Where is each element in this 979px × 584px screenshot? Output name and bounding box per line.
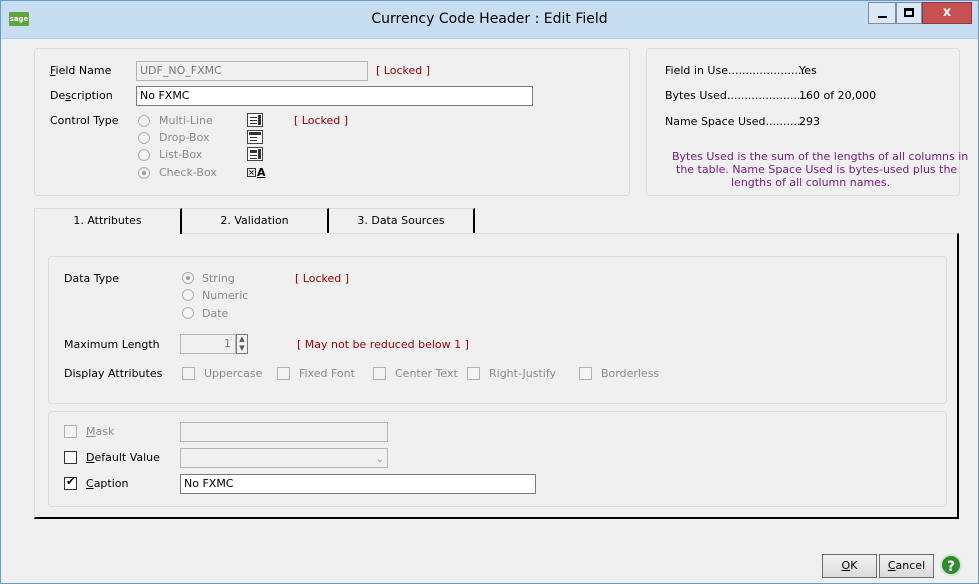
- caption-label: Caption: [86, 477, 129, 490]
- field-name-locked: [ Locked ]: [376, 64, 431, 77]
- uppercase-checkbox[interactable]: [182, 367, 195, 380]
- usage-note-line2: the table. Name Space Used is bytes-used…: [676, 163, 958, 176]
- fixed-font-checkbox[interactable]: [277, 367, 290, 380]
- name-space-value: 293: [799, 115, 820, 128]
- data-type-locked: [ Locked ]: [295, 272, 350, 285]
- max-length-note: [ May not be reduced below 1 ]: [297, 338, 469, 351]
- multiline-icon: [247, 113, 263, 127]
- field-panel: Field Name UDF_NO_FXMC [ Locked ] Descri…: [34, 48, 630, 196]
- dropbox-label: Drop-Box: [159, 131, 210, 144]
- tab-data-sources[interactable]: 3. Data Sources: [329, 208, 475, 234]
- multiline-radio[interactable]: [138, 115, 150, 127]
- fixed-font-label: Fixed Font: [299, 367, 355, 380]
- listbox-radio[interactable]: [138, 149, 150, 161]
- right-justify-checkbox[interactable]: [467, 367, 480, 380]
- max-length-label: Maximum Length: [64, 338, 160, 351]
- center-text-checkbox[interactable]: [373, 367, 386, 380]
- field-name-label: Field Name: [50, 64, 112, 77]
- bytes-used-value: 160 of 20,000: [799, 89, 877, 102]
- default-value-combo: ⌄: [180, 448, 388, 468]
- window-title: Currency Code Header : Edit Field: [371, 11, 608, 27]
- usage-panel: Field in Use....................... Yes …: [646, 48, 968, 196]
- mask-label: Mask: [86, 425, 115, 438]
- checkbox-type-label: Check-Box: [159, 166, 217, 179]
- tab-validation[interactable]: 2. Validation: [182, 208, 329, 234]
- description-input[interactable]: No FXMC: [136, 86, 533, 106]
- name-space-label: Name Space Used..........: [665, 115, 801, 128]
- title-bar: sage Currency Code Header : Edit Field x: [1, 1, 978, 39]
- dropbox-icon: [247, 130, 263, 144]
- description-label: Description: [50, 89, 113, 102]
- borderless-checkbox[interactable]: [579, 367, 592, 380]
- uppercase-label: Uppercase: [204, 367, 263, 380]
- help-icon[interactable]: ?: [940, 554, 962, 576]
- data-type-group: Data Type [ Locked ] String Numeric Date…: [48, 256, 947, 404]
- control-type-locked: [ Locked ]: [294, 114, 349, 127]
- listbox-label: List-Box: [159, 148, 203, 161]
- chevron-down-icon: ⌄: [375, 454, 384, 465]
- attributes-tab-panel: Data Type [ Locked ] String Numeric Date…: [34, 233, 959, 519]
- close-icon: x: [942, 5, 952, 20]
- mask-input: [180, 422, 388, 442]
- caption-checkbox[interactable]: [64, 475, 77, 490]
- usage-note-line1: Bytes Used is the sum of the lengths of …: [672, 150, 969, 163]
- options-group: Mask Default Value ⌄ Caption No FXMC: [48, 411, 947, 507]
- control-type-label: Control Type: [50, 114, 119, 127]
- date-label: Date: [202, 307, 229, 320]
- minimize-button[interactable]: [868, 2, 896, 24]
- ok-button[interactable]: OK: [822, 554, 877, 578]
- string-label: String: [202, 272, 235, 285]
- numeric-label: Numeric: [202, 289, 249, 302]
- center-text-label: Center Text: [395, 367, 458, 380]
- multiline-label: Multi-Line: [159, 114, 213, 127]
- default-value-checkbox[interactable]: [64, 451, 77, 464]
- usage-note-line3: lengths of all column names.: [731, 176, 891, 189]
- listbox-icon: [247, 147, 263, 161]
- minimize-icon: [877, 16, 887, 18]
- display-attributes-label: Display Attributes: [64, 367, 163, 380]
- borderless-label: Borderless: [601, 367, 660, 380]
- field-name-input: UDF_NO_FXMC: [136, 61, 368, 81]
- close-button[interactable]: x: [922, 2, 972, 24]
- default-value-label: Default Value: [86, 451, 160, 464]
- field-in-use-label: Field in Use.......................: [665, 64, 809, 77]
- data-type-label: Data Type: [64, 272, 120, 285]
- field-in-use-value: Yes: [799, 64, 817, 77]
- caption-input[interactable]: No FXMC: [180, 474, 536, 494]
- date-radio[interactable]: [182, 307, 194, 319]
- maximize-icon: [904, 8, 914, 17]
- tab-attributes[interactable]: 1. Attributes: [34, 208, 182, 234]
- checkbox-radio[interactable]: [138, 167, 150, 179]
- maximize-button[interactable]: [896, 2, 922, 24]
- checkbox-control-icon: × A: [247, 166, 266, 179]
- max-length-spinner: ▲ ▼: [236, 334, 248, 354]
- dropbox-radio[interactable]: [138, 132, 150, 144]
- mask-checkbox: [64, 425, 77, 438]
- edit-field-window: sage Currency Code Header : Edit Field x…: [0, 0, 979, 584]
- bytes-used-label: Bytes Used.......................: [665, 89, 808, 102]
- right-justify-label: Right-Justify: [489, 367, 557, 380]
- cancel-button[interactable]: Cancel: [879, 554, 934, 578]
- string-radio[interactable]: [182, 272, 194, 284]
- max-length-input: 1: [180, 334, 236, 354]
- numeric-radio[interactable]: [182, 289, 194, 301]
